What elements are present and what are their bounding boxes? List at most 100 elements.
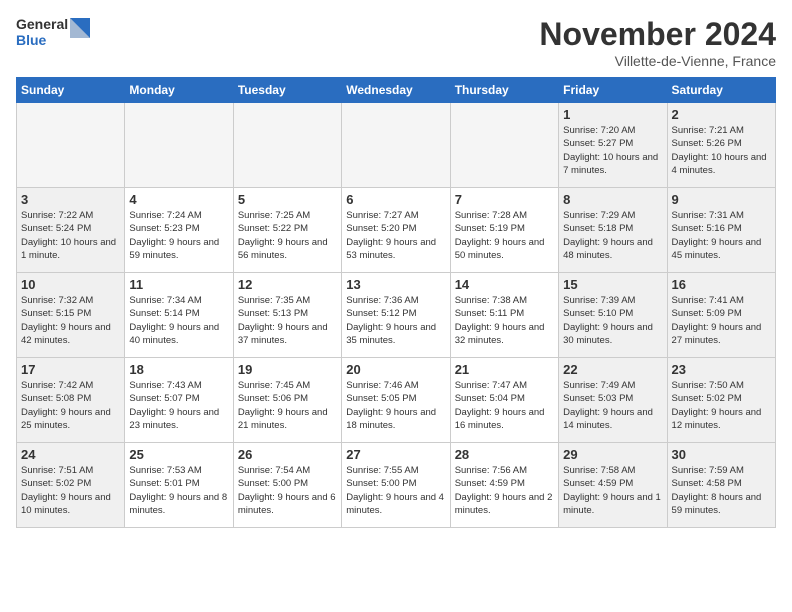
day-number: 17 <box>21 362 120 377</box>
weekday-header-saturday: Saturday <box>667 78 775 103</box>
day-info: Sunrise: 7:20 AM Sunset: 5:27 PM Dayligh… <box>563 124 662 177</box>
weekday-header-monday: Monday <box>125 78 233 103</box>
calendar-cell <box>125 103 233 188</box>
calendar-cell: 3 Sunrise: 7:22 AM Sunset: 5:24 PM Daylig… <box>17 188 125 273</box>
calendar-cell: 10 Sunrise: 7:32 AM Sunset: 5:15 PM Dayli… <box>17 273 125 358</box>
day-number: 12 <box>238 277 337 292</box>
day-info: Sunrise: 7:35 AM Sunset: 5:13 PM Dayligh… <box>238 294 337 347</box>
calendar-cell: 4 Sunrise: 7:24 AM Sunset: 5:23 PM Daylig… <box>125 188 233 273</box>
day-number: 24 <box>21 447 120 462</box>
day-info: Sunrise: 7:24 AM Sunset: 5:23 PM Dayligh… <box>129 209 228 262</box>
day-number: 10 <box>21 277 120 292</box>
day-number: 23 <box>672 362 771 377</box>
day-number: 20 <box>346 362 445 377</box>
day-number: 5 <box>238 192 337 207</box>
month-title: November 2024 <box>539 16 776 53</box>
day-info: Sunrise: 7:43 AM Sunset: 5:07 PM Dayligh… <box>129 379 228 432</box>
day-number: 28 <box>455 447 554 462</box>
day-info: Sunrise: 7:32 AM Sunset: 5:15 PM Dayligh… <box>21 294 120 347</box>
logo-arrow-icon <box>70 18 90 46</box>
calendar-table: SundayMondayTuesdayWednesdayThursdayFrid… <box>16 77 776 528</box>
day-info: Sunrise: 7:50 AM Sunset: 5:02 PM Dayligh… <box>672 379 771 432</box>
day-info: Sunrise: 7:53 AM Sunset: 5:01 PM Dayligh… <box>129 464 228 517</box>
calendar-cell: 16 Sunrise: 7:41 AM Sunset: 5:09 PM Dayli… <box>667 273 775 358</box>
day-number: 29 <box>563 447 662 462</box>
calendar-cell: 25 Sunrise: 7:53 AM Sunset: 5:01 PM Dayli… <box>125 443 233 528</box>
calendar-cell: 26 Sunrise: 7:54 AM Sunset: 5:00 PM Dayli… <box>233 443 341 528</box>
day-info: Sunrise: 7:21 AM Sunset: 5:26 PM Dayligh… <box>672 124 771 177</box>
calendar-cell: 9 Sunrise: 7:31 AM Sunset: 5:16 PM Daylig… <box>667 188 775 273</box>
calendar-cell: 20 Sunrise: 7:46 AM Sunset: 5:05 PM Dayli… <box>342 358 450 443</box>
day-number: 6 <box>346 192 445 207</box>
calendar-cell: 5 Sunrise: 7:25 AM Sunset: 5:22 PM Daylig… <box>233 188 341 273</box>
day-info: Sunrise: 7:36 AM Sunset: 5:12 PM Dayligh… <box>346 294 445 347</box>
day-number: 8 <box>563 192 662 207</box>
day-info: Sunrise: 7:29 AM Sunset: 5:18 PM Dayligh… <box>563 209 662 262</box>
location: Villette-de-Vienne, France <box>539 53 776 69</box>
week-row-4: 17 Sunrise: 7:42 AM Sunset: 5:08 PM Dayli… <box>17 358 776 443</box>
day-info: Sunrise: 7:31 AM Sunset: 5:16 PM Dayligh… <box>672 209 771 262</box>
week-row-2: 3 Sunrise: 7:22 AM Sunset: 5:24 PM Daylig… <box>17 188 776 273</box>
calendar-cell: 17 Sunrise: 7:42 AM Sunset: 5:08 PM Dayli… <box>17 358 125 443</box>
weekday-header-tuesday: Tuesday <box>233 78 341 103</box>
day-info: Sunrise: 7:41 AM Sunset: 5:09 PM Dayligh… <box>672 294 771 347</box>
calendar-cell: 19 Sunrise: 7:45 AM Sunset: 5:06 PM Dayli… <box>233 358 341 443</box>
day-number: 7 <box>455 192 554 207</box>
day-info: Sunrise: 7:49 AM Sunset: 5:03 PM Dayligh… <box>563 379 662 432</box>
title-block: November 2024 Villette-de-Vienne, France <box>539 16 776 69</box>
day-info: Sunrise: 7:25 AM Sunset: 5:22 PM Dayligh… <box>238 209 337 262</box>
calendar-cell: 14 Sunrise: 7:38 AM Sunset: 5:11 PM Dayli… <box>450 273 558 358</box>
weekday-header-thursday: Thursday <box>450 78 558 103</box>
day-info: Sunrise: 7:51 AM Sunset: 5:02 PM Dayligh… <box>21 464 120 517</box>
calendar-cell <box>17 103 125 188</box>
day-info: Sunrise: 7:54 AM Sunset: 5:00 PM Dayligh… <box>238 464 337 517</box>
day-number: 11 <box>129 277 228 292</box>
day-number: 14 <box>455 277 554 292</box>
calendar-cell: 12 Sunrise: 7:35 AM Sunset: 5:13 PM Dayli… <box>233 273 341 358</box>
weekday-header-row: SundayMondayTuesdayWednesdayThursdayFrid… <box>17 78 776 103</box>
week-row-1: 1Sunrise: 7:20 AM Sunset: 5:27 PM Daylig… <box>17 103 776 188</box>
day-info: Sunrise: 7:45 AM Sunset: 5:06 PM Dayligh… <box>238 379 337 432</box>
day-info: Sunrise: 7:34 AM Sunset: 5:14 PM Dayligh… <box>129 294 228 347</box>
calendar-cell: 11 Sunrise: 7:34 AM Sunset: 5:14 PM Dayli… <box>125 273 233 358</box>
day-number: 18 <box>129 362 228 377</box>
calendar-cell: 6 Sunrise: 7:27 AM Sunset: 5:20 PM Daylig… <box>342 188 450 273</box>
day-info: Sunrise: 7:38 AM Sunset: 5:11 PM Dayligh… <box>455 294 554 347</box>
calendar-cell: 21Sunrise: 7:47 AM Sunset: 5:04 PM Dayli… <box>450 358 558 443</box>
day-number: 26 <box>238 447 337 462</box>
day-number: 13 <box>346 277 445 292</box>
day-info: Sunrise: 7:22 AM Sunset: 5:24 PM Dayligh… <box>21 209 120 262</box>
calendar-cell <box>233 103 341 188</box>
calendar-cell: 1Sunrise: 7:20 AM Sunset: 5:27 PM Daylig… <box>559 103 667 188</box>
calendar-cell: 8 Sunrise: 7:29 AM Sunset: 5:18 PM Daylig… <box>559 188 667 273</box>
day-number: 9 <box>672 192 771 207</box>
page-header: General Blue November 2024 Villette-de-V… <box>16 16 776 69</box>
day-number: 4 <box>129 192 228 207</box>
day-number: 19 <box>238 362 337 377</box>
calendar-cell: 18 Sunrise: 7:43 AM Sunset: 5:07 PM Dayli… <box>125 358 233 443</box>
calendar-cell: 22Sunrise: 7:49 AM Sunset: 5:03 PM Dayli… <box>559 358 667 443</box>
day-info: Sunrise: 7:56 AM Sunset: 4:59 PM Dayligh… <box>455 464 554 517</box>
week-row-5: 24 Sunrise: 7:51 AM Sunset: 5:02 PM Dayli… <box>17 443 776 528</box>
calendar-cell: 2Sunrise: 7:21 AM Sunset: 5:26 PM Daylig… <box>667 103 775 188</box>
logo-mark: General Blue <box>16 16 90 48</box>
calendar-cell <box>342 103 450 188</box>
day-info: Sunrise: 7:58 AM Sunset: 4:59 PM Dayligh… <box>563 464 662 517</box>
day-info: Sunrise: 7:27 AM Sunset: 5:20 PM Dayligh… <box>346 209 445 262</box>
day-info: Sunrise: 7:42 AM Sunset: 5:08 PM Dayligh… <box>21 379 120 432</box>
day-info: Sunrise: 7:59 AM Sunset: 4:58 PM Dayligh… <box>672 464 771 517</box>
calendar-cell: 27Sunrise: 7:55 AM Sunset: 5:00 PM Dayli… <box>342 443 450 528</box>
day-number: 27 <box>346 447 445 462</box>
calendar-cell <box>450 103 558 188</box>
weekday-header-friday: Friday <box>559 78 667 103</box>
day-info: Sunrise: 7:46 AM Sunset: 5:05 PM Dayligh… <box>346 379 445 432</box>
calendar-cell: 28 Sunrise: 7:56 AM Sunset: 4:59 PM Dayli… <box>450 443 558 528</box>
day-number: 3 <box>21 192 120 207</box>
calendar-cell: 7Sunrise: 7:28 AM Sunset: 5:19 PM Daylig… <box>450 188 558 273</box>
weekday-header-sunday: Sunday <box>17 78 125 103</box>
day-number: 16 <box>672 277 771 292</box>
calendar-cell: 13 Sunrise: 7:36 AM Sunset: 5:12 PM Dayli… <box>342 273 450 358</box>
day-number: 15 <box>563 277 662 292</box>
day-number: 25 <box>129 447 228 462</box>
calendar-cell: 23 Sunrise: 7:50 AM Sunset: 5:02 PM Dayli… <box>667 358 775 443</box>
